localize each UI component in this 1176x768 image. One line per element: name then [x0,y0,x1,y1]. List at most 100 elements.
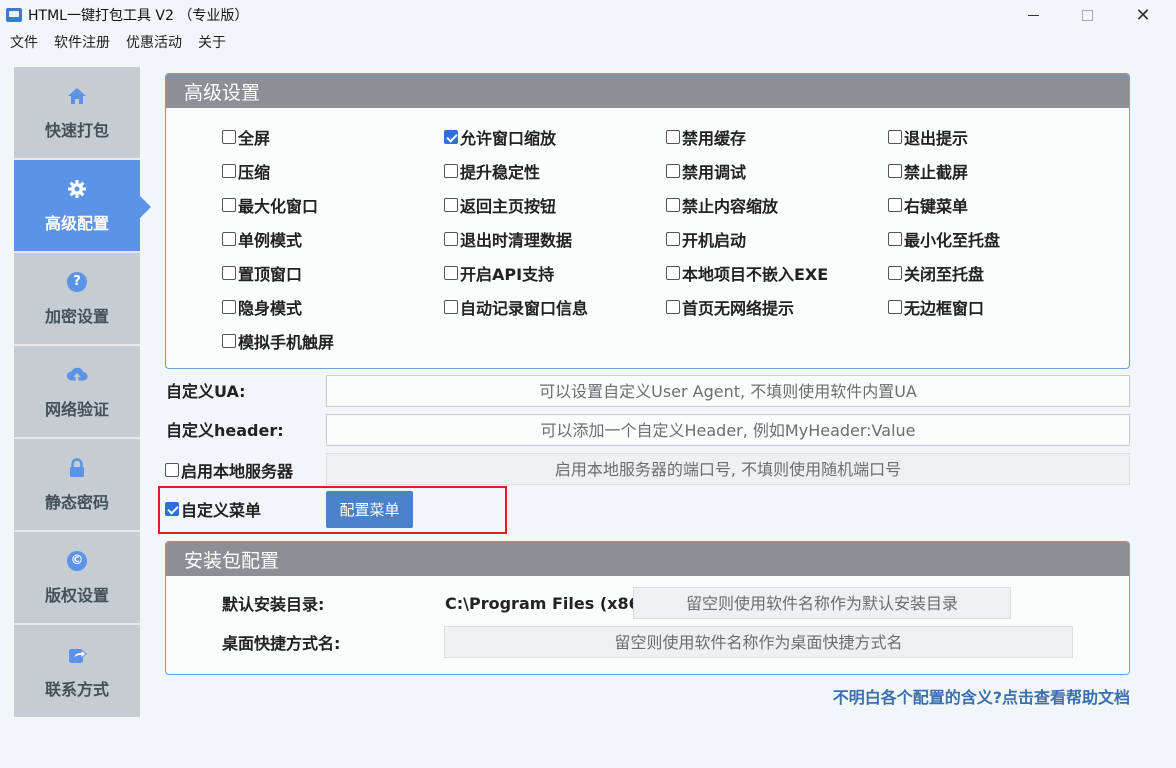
option-checkbox[interactable]: 单例模式 [222,227,302,251]
sidebar-item-label: 网络验证 [44,399,109,419]
share-icon [66,644,88,666]
install-dir-input[interactable] [633,587,1011,619]
checkbox-box [888,266,902,280]
sidebar-item-static-password[interactable]: 静态密码 [14,439,140,532]
home-icon [66,85,88,107]
sidebar-item-advanced-config[interactable]: 高级配置 [14,160,151,253]
checkbox-box [444,198,458,212]
menu-file[interactable]: 文件 [10,32,38,52]
checkbox-label: 退出提示 [904,129,969,148]
sidebar-item-label: 联系方式 [44,679,109,699]
option-checkbox[interactable]: 禁止内容缩放 [666,193,778,217]
sidebar-item-label: 版权设置 [44,585,109,605]
checkbox-box [444,232,458,246]
local-server-port-input[interactable] [326,453,1130,485]
option-checkbox[interactable]: 禁用调试 [666,159,746,183]
sidebar-item-network-verify[interactable]: 网络验证 [14,346,140,439]
sidebar-item-label: 快速打包 [44,120,109,140]
panel-title: 安装包配置 [166,542,1129,576]
menu-register[interactable]: 软件注册 [54,32,110,52]
checkbox-label: 退出时清理数据 [460,231,573,250]
lock-icon [66,457,88,479]
local-server-checkbox[interactable]: 启用本地服务器 [165,458,293,482]
checkbox-box [222,198,236,212]
option-checkbox[interactable]: 模拟手机触屏 [222,329,334,353]
checkbox-box [165,463,179,477]
install-dir-label: 默认安装目录: [222,595,325,614]
custom-ua-label: 自定义UA: [166,382,246,401]
option-checkbox[interactable]: 最大化窗口 [222,193,318,217]
option-checkbox[interactable]: 关闭至托盘 [888,261,984,285]
option-checkbox[interactable]: 提升稳定性 [444,159,540,183]
checkbox-box [222,130,236,144]
menu-promotions[interactable]: 优惠活动 [126,32,182,52]
app-icon [6,8,22,22]
minimize-icon [1027,14,1039,16]
option-checkbox[interactable]: 右键菜单 [888,193,968,217]
option-checkbox[interactable]: 无边框窗口 [888,295,984,319]
checkbox-label: 禁用调试 [682,163,747,182]
checkbox-box [222,266,236,280]
option-checkbox[interactable]: 首页无网络提示 [666,295,794,319]
option-checkbox[interactable]: 允许窗口缩放 [444,125,556,149]
checkbox-label: 隐身模式 [238,299,303,318]
sidebar-item-contact[interactable]: 联系方式 [14,625,140,718]
maximize-icon [1081,9,1093,21]
checkbox-label: 允许窗口缩放 [460,129,557,148]
advanced-settings-panel: 高级设置 [165,73,1130,369]
sidebar-item-copyright[interactable]: © 版权设置 [14,532,140,625]
option-checkbox[interactable]: 开启API支持 [444,261,554,285]
close-icon: ✕ [1135,4,1151,26]
checkbox-label: 禁止截屏 [904,163,969,182]
option-checkbox[interactable]: 退出时清理数据 [444,227,572,251]
checkbox-label: 开启API支持 [460,265,555,284]
checkbox-box [222,164,236,178]
option-checkbox[interactable]: 退出提示 [888,125,968,149]
checkbox-label: 提升稳定性 [460,163,541,182]
sidebar-item-label: 静态密码 [44,492,109,512]
shortcut-name-label: 桌面快捷方式名: [222,634,341,653]
sidebar-item-label: 高级配置 [44,213,109,233]
option-checkbox[interactable]: 隐身模式 [222,295,302,319]
panel-title: 高级设置 [166,74,1129,108]
checkbox-label: 关闭至托盘 [904,265,985,284]
menu-about[interactable]: 关于 [198,32,226,52]
option-checkbox[interactable]: 本地项目不嵌入EXE [666,261,828,285]
option-checkbox[interactable]: 禁用缓存 [666,125,746,149]
sidebar-item-quick-pack[interactable]: 快速打包 [14,67,140,160]
cloud-upload-icon [66,364,88,386]
option-checkbox[interactable]: 全屏 [222,125,270,149]
checkbox-label: 右键菜单 [904,197,969,216]
sidebar: 快速打包 高级配置 ? 加密设置 网络验证 静态密码 © 版权设置 联系方式 [14,67,151,718]
option-checkbox[interactable]: 置顶窗口 [222,261,302,285]
close-button[interactable]: ✕ [1120,0,1166,30]
custom-header-input[interactable] [326,414,1130,446]
checkbox-box [888,232,902,246]
highlight-box [158,486,507,534]
minimize-button[interactable] [1010,0,1056,30]
option-checkbox[interactable]: 自动记录窗口信息 [444,295,588,319]
sidebar-item-encryption[interactable]: ? 加密设置 [14,253,140,346]
option-checkbox[interactable]: 返回主页按钮 [444,193,556,217]
help-doc-link[interactable]: 不明白各个配置的含义?点击查看帮助文档 [833,684,1130,708]
title-bar: HTML一键打包工具 V2 （专业版） ✕ [0,0,1176,30]
checkbox-box [888,198,902,212]
custom-ua-input[interactable] [326,375,1130,407]
checkbox-box [666,198,680,212]
option-checkbox[interactable]: 禁止截屏 [888,159,968,183]
option-checkbox[interactable]: 最小化至托盘 [888,227,1000,251]
option-checkbox[interactable]: 压缩 [222,159,270,183]
checkbox-box [888,130,902,144]
maximize-button[interactable] [1064,0,1110,30]
checkbox-box [444,300,458,314]
question-icon: ? [66,271,88,293]
checkbox-label: 最小化至托盘 [904,231,1001,250]
shortcut-name-input[interactable] [444,626,1073,658]
checkbox-label: 本地项目不嵌入EXE [682,265,829,284]
checkbox-box [666,130,680,144]
checkbox-label: 模拟手机触屏 [238,333,335,352]
checkbox-label: 最大化窗口 [238,197,319,216]
option-checkbox[interactable]: 开机启动 [666,227,746,251]
checkbox-label: 开机启动 [682,231,747,250]
checkbox-label: 压缩 [238,163,271,182]
